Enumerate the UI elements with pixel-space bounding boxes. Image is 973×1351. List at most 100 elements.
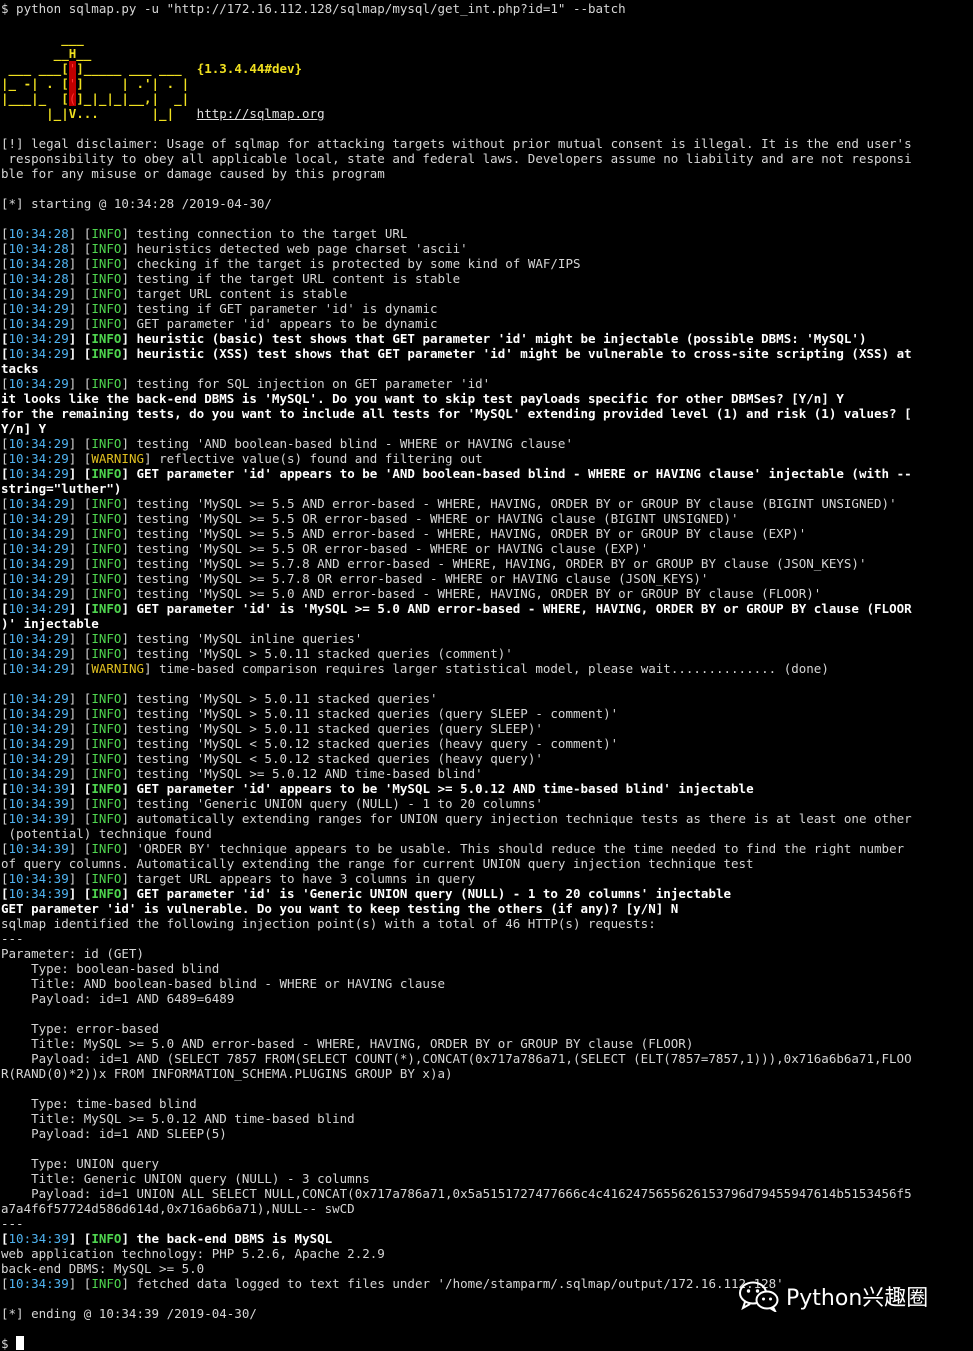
log-line: [10:34:29] [INFO] testing 'MySQL >= 5.5 … [1, 511, 739, 526]
log-line: [10:34:29] [INFO] testing 'MySQL > 5.0.1… [1, 691, 438, 706]
log-message: for the remaining tests, do you want to … [1, 406, 912, 421]
log-level: INFO [91, 226, 122, 241]
log-line: [10:34:29] [INFO] GET parameter 'id' app… [1, 466, 912, 481]
log-line: [10:34:29] [INFO] testing 'MySQL >= 5.5 … [1, 496, 897, 511]
log-line: )' injectable [1, 616, 973, 631]
log-line: Parameter: id (GET) [1, 946, 973, 961]
log-timestamp: 10:34:29 [8, 376, 69, 391]
log-level: INFO [91, 811, 122, 826]
log-timestamp: 10:34:28 [8, 256, 69, 271]
logo-line: |_ -| . ['] | .'| . | [1, 76, 190, 91]
log-timestamp: 10:34:29 [8, 451, 69, 466]
log-timestamp: 10:34:39 [8, 811, 69, 826]
log-level: INFO [91, 1231, 122, 1246]
log-level: INFO [91, 346, 122, 361]
log-level: INFO [91, 796, 122, 811]
log-line: [10:34:39] [INFO] GET parameter 'id' app… [1, 781, 754, 796]
log-message: GET parameter 'id' appears to be 'MySQL … [136, 781, 754, 796]
log-message: GET parameter 'id' is vulnerable. Do you… [1, 901, 679, 916]
log-line: [10:34:28] [INFO] testing connection to … [1, 226, 408, 241]
log-line: tacks [1, 361, 973, 376]
log-level: INFO [91, 751, 122, 766]
log-level: INFO [91, 556, 122, 571]
log-line: Payload: id=1 AND SLEEP(5) [1, 1126, 973, 1141]
log-level: INFO [91, 721, 122, 736]
logo-line: ___ [1, 31, 84, 46]
sqlmap-link[interactable]: http://sqlmap.org [197, 106, 325, 121]
log-message: testing 'MySQL >= 5.5 AND error-based - … [136, 526, 807, 541]
log-message: GET parameter 'id' is 'MySQL >= 5.0 AND … [136, 601, 912, 616]
log-message: )' injectable [1, 616, 99, 631]
log-level: INFO [91, 316, 122, 331]
log-message: --- [1, 1216, 24, 1231]
log-line: [10:34:39] [INFO] automatically extendin… [1, 811, 912, 826]
log-message: tacks [1, 361, 39, 376]
log-level: INFO [91, 886, 122, 901]
disclaimer-line: [!] legal disclaimer: Usage of sqlmap fo… [1, 136, 912, 151]
log-level: INFO [91, 376, 122, 391]
watermark: Python兴趣圈 [738, 1280, 928, 1312]
log-line: [10:34:39] [INFO] the back-end DBMS is M… [1, 1231, 333, 1246]
log-timestamp: 10:34:29 [8, 736, 69, 751]
log-line: Title: AND boolean-based blind - WHERE o… [1, 976, 973, 991]
log-message: GET parameter 'id' is 'Generic UNION que… [136, 886, 732, 901]
terminal-output[interactable]: $ python sqlmap.py -u "http://172.16.112… [1, 1, 973, 1351]
log-message: testing 'MySQL >= 5.7.8 AND error-based … [136, 556, 867, 571]
log-timestamp: 10:34:39 [8, 796, 69, 811]
log-line: [10:34:29] [INFO] testing for SQL inject… [1, 376, 491, 391]
log-message: --- [1, 931, 24, 946]
log-timestamp: 10:34:29 [8, 436, 69, 451]
disclaimer-line: responsibility to obey all applicable lo… [1, 151, 912, 166]
log-timestamp: 10:34:29 [8, 661, 69, 676]
log-message: testing 'MySQL >= 5.7.8 OR error-based -… [136, 571, 709, 586]
log-level: WARNING [91, 661, 145, 676]
log-level: INFO [91, 766, 122, 781]
log-level: INFO [91, 646, 122, 661]
prompt-line[interactable]: $ [1, 1336, 973, 1351]
log-line: Y/n] Y [1, 421, 973, 436]
log-message: Payload: id=1 AND SLEEP(5) [1, 1126, 227, 1141]
log-level: INFO [91, 301, 122, 316]
log-level: INFO [91, 691, 122, 706]
log-message: testing 'MySQL >= 5.5 AND error-based - … [136, 496, 897, 511]
log-line: [10:34:29] [INFO] testing 'AND boolean-b… [1, 436, 573, 451]
log-message: testing connection to the target URL [136, 226, 408, 241]
log-line: [10:34:29] [INFO] testing 'MySQL > 5.0.1… [1, 646, 513, 661]
log-line: for the remaining tests, do you want to … [1, 406, 973, 421]
log-message: heuristics detected web page charset 'as… [136, 241, 468, 256]
log-line: --- [1, 931, 973, 946]
log-message: Type: time-based blind [1, 1096, 197, 1111]
log-line: Type: UNION query [1, 1156, 973, 1171]
log-level: WARNING [91, 451, 145, 466]
log-timestamp: 10:34:39 [8, 1231, 69, 1246]
logo-line: |___|_ [(]_|_|_|__,| _| [1, 91, 190, 106]
log-timestamp: 10:34:29 [8, 601, 69, 616]
log-level: INFO [91, 271, 122, 286]
log-timestamp: 10:34:39 [8, 841, 69, 856]
log-message: heuristic (basic) test shows that GET pa… [136, 331, 867, 346]
log-output: [10:34:28] [INFO] testing connection to … [1, 226, 973, 1336]
log-message: reflective value(s) found and filtering … [159, 451, 483, 466]
log-timestamp: 10:34:28 [8, 241, 69, 256]
log-message: Title: MySQL >= 5.0 AND error-based - WH… [1, 1036, 694, 1051]
log-message: Payload: id=1 AND (SELECT 7857 FROM(SELE… [1, 1051, 912, 1066]
log-level: INFO [91, 631, 122, 646]
log-line: [10:34:29] [INFO] testing 'MySQL >= 5.7.… [1, 571, 709, 586]
log-line: GET parameter 'id' is vulnerable. Do you… [1, 901, 973, 916]
log-message: testing if GET parameter 'id' is dynamic [136, 301, 438, 316]
log-line: [10:34:29] [INFO] testing 'MySQL > 5.0.1… [1, 706, 619, 721]
log-timestamp: 10:34:29 [8, 466, 69, 481]
log-message: a7a4f6f57724d586d614d,0x716a6b6a71),NULL… [1, 1201, 355, 1216]
log-message: testing 'MySQL >= 5.5 OR error-based - W… [136, 541, 649, 556]
log-timestamp: 10:34:29 [8, 316, 69, 331]
log-timestamp: 10:34:29 [8, 541, 69, 556]
log-message: testing 'Generic UNION query (NULL) - 1 … [136, 796, 543, 811]
log-message: testing 'MySQL > 5.0.11 stacked queries … [136, 646, 513, 661]
log-timestamp: 10:34:28 [8, 271, 69, 286]
log-line: string="luther") [1, 481, 973, 496]
log-message: checking if the target is protected by s… [136, 256, 581, 271]
log-timestamp: 10:34:28 [8, 226, 69, 241]
log-message: Title: AND boolean-based blind - WHERE o… [1, 976, 446, 991]
